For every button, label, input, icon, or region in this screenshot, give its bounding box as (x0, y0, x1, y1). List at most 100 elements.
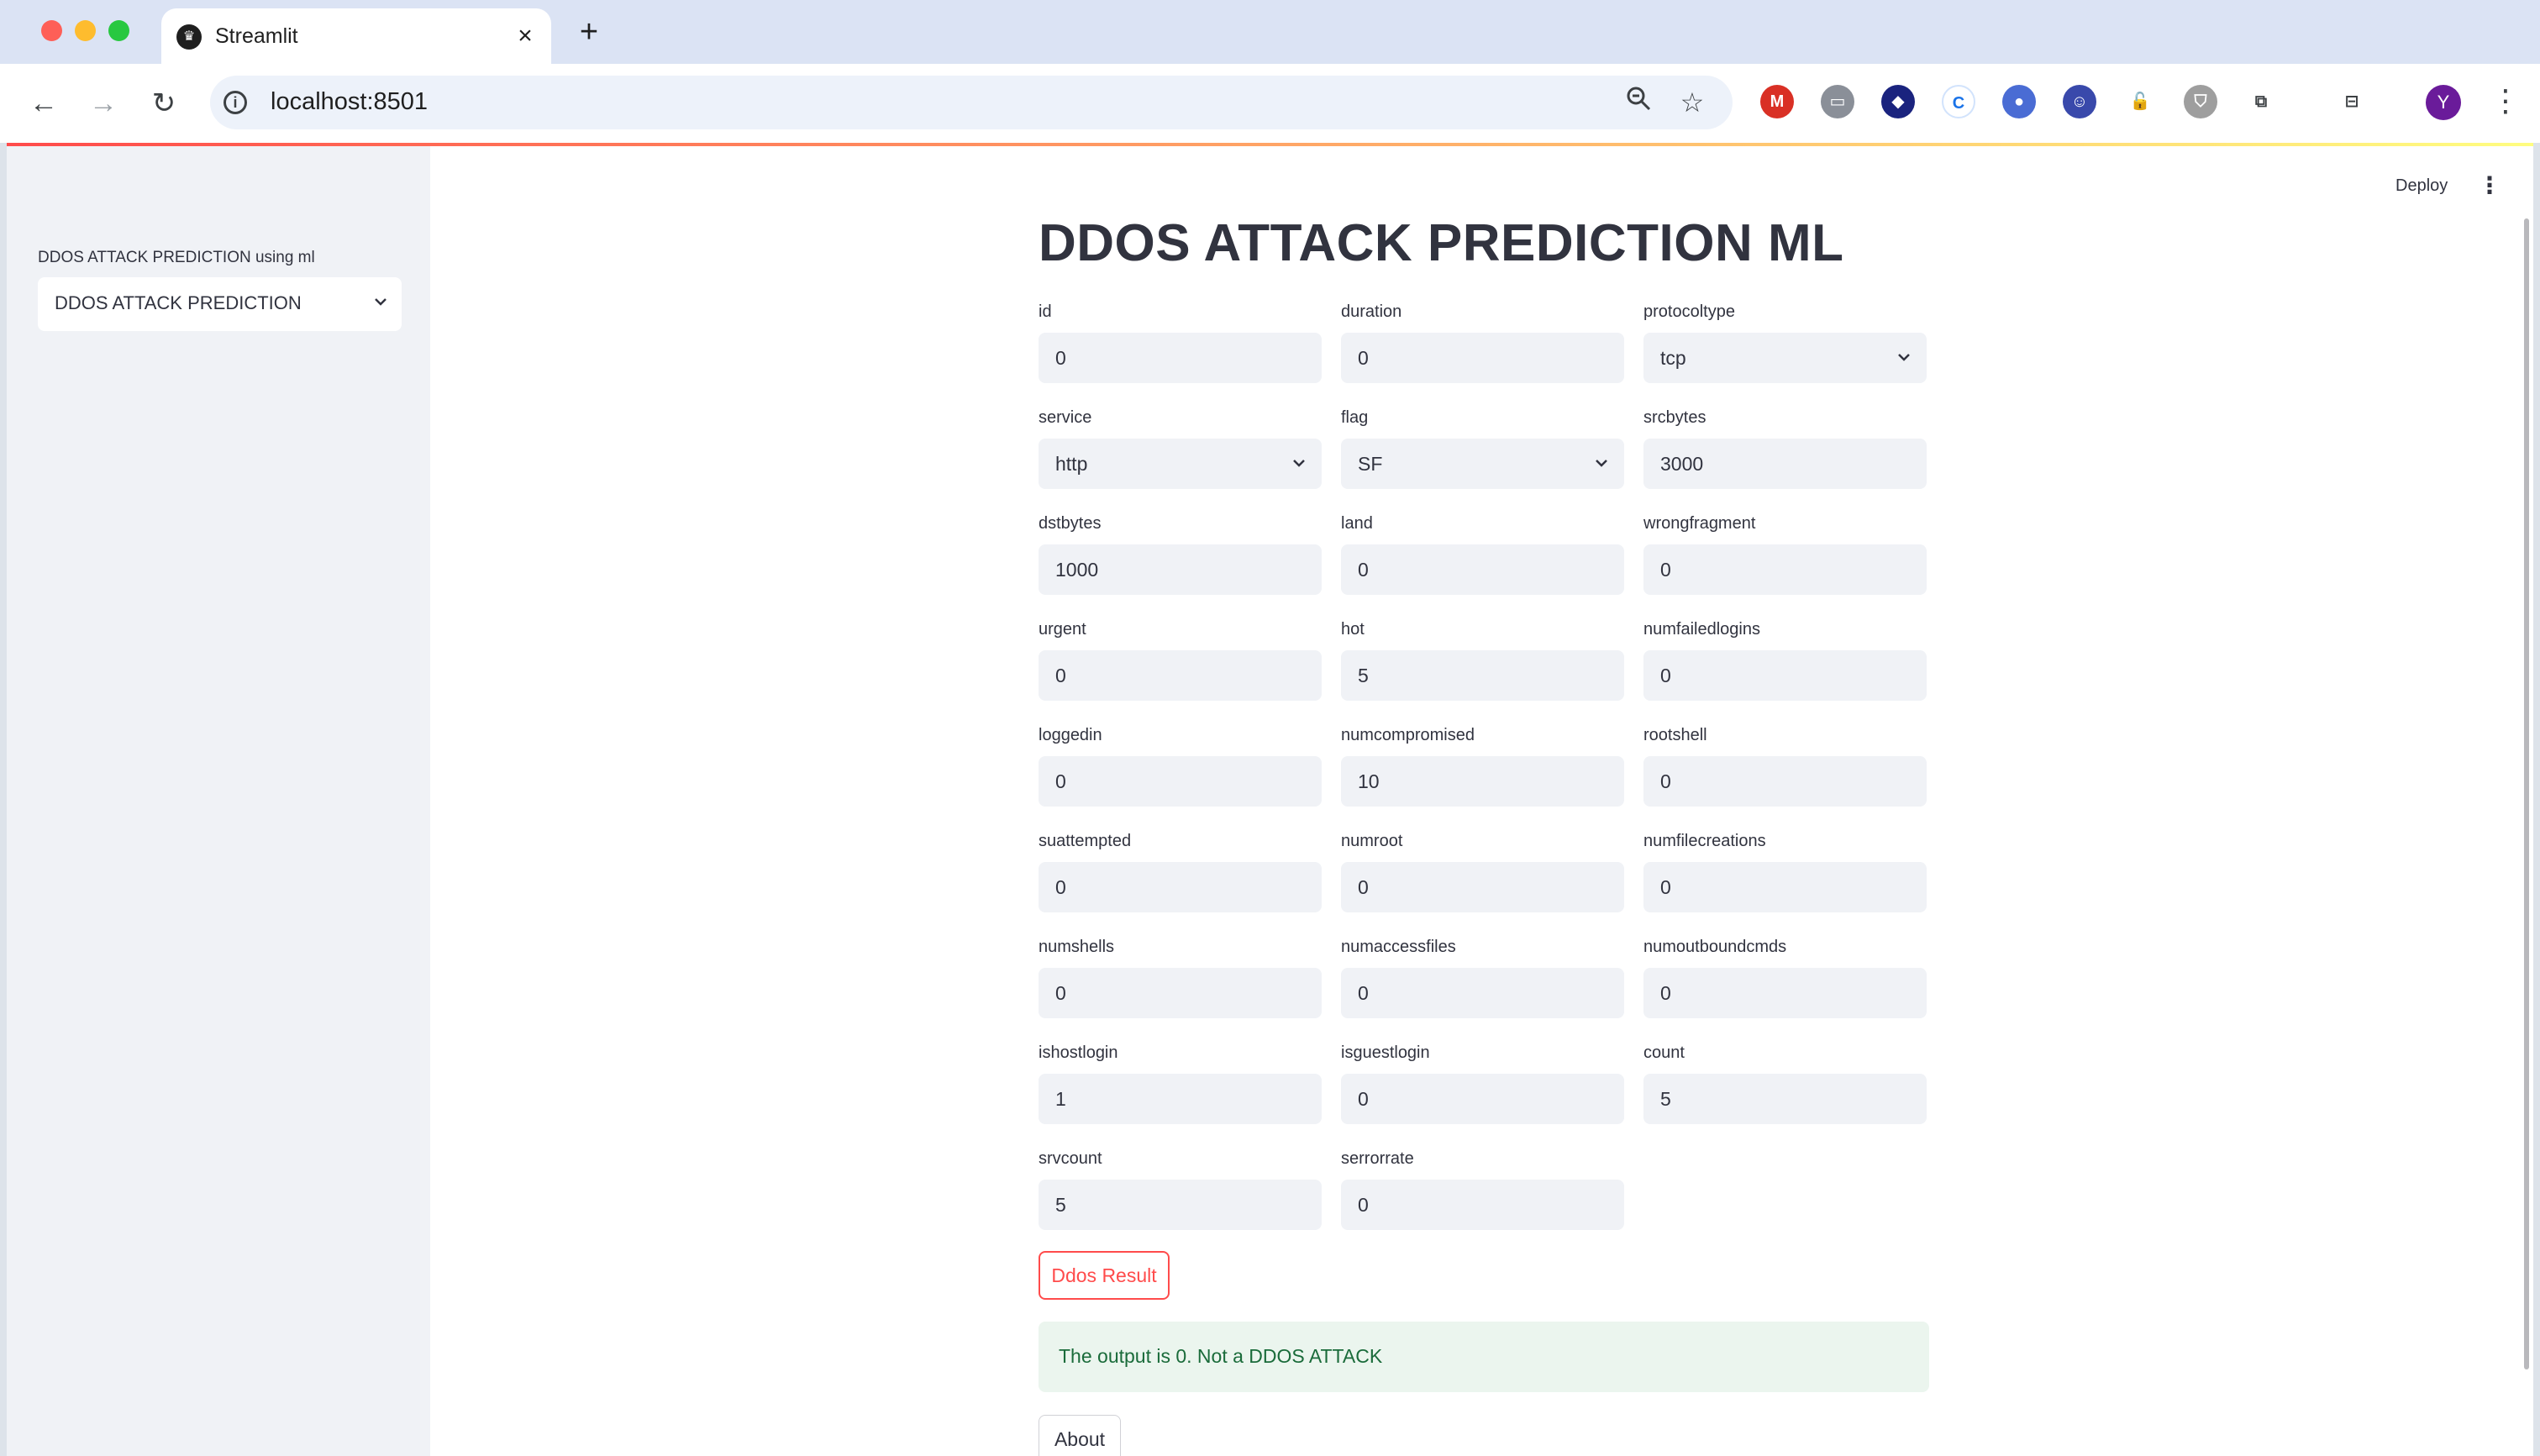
zoom-icon[interactable] (1620, 84, 1657, 121)
ishostlogin-input[interactable] (1039, 1074, 1322, 1124)
rootshell-input[interactable] (1643, 756, 1927, 807)
window-minimize-button[interactable] (75, 20, 96, 41)
loggedin-input[interactable] (1039, 756, 1322, 807)
numroot-input[interactable] (1341, 862, 1624, 912)
numaccessfiles-label: numaccessfiles (1341, 938, 1456, 956)
page-title: DDOS ATTACK PREDICTION ML (1039, 214, 1844, 272)
srcbytes-input[interactable] (1643, 439, 1927, 489)
serrorrate-label: serrorrate (1341, 1149, 1414, 1168)
extensions-puzzle-icon[interactable]: ⧉ (2244, 85, 2278, 118)
extension-cast-icon[interactable]: ▭ (1821, 85, 1854, 118)
chevron-down-icon (375, 298, 387, 306)
reload-icon[interactable]: ↻ (143, 82, 185, 124)
sidebar: DDOS ATTACK PREDICTION using ml DDOS ATT… (7, 146, 430, 1456)
serrorrate-input[interactable] (1341, 1180, 1624, 1230)
count-input[interactable] (1643, 1074, 1927, 1124)
success-alert: The output is 0. Not a DDOS ATTACK (1039, 1322, 1929, 1392)
flag-value: SF (1358, 453, 1383, 475)
numroot-label: numroot (1341, 832, 1403, 850)
id-input[interactable] (1039, 333, 1322, 383)
hot-input[interactable] (1341, 650, 1624, 701)
wrongfragment-input[interactable] (1643, 544, 1927, 595)
browser-tab-active[interactable]: ♛ Streamlit × (161, 8, 551, 64)
streamlit-crown-icon: ♛ (176, 24, 202, 50)
deploy-button[interactable]: Deploy (2395, 176, 2448, 196)
numfilecreations-input[interactable] (1643, 862, 1927, 912)
sidebar-select-label: DDOS ATTACK PREDICTION using ml (38, 249, 315, 266)
bookmark-star-icon[interactable]: ☆ (1674, 84, 1711, 121)
protocoltype-label: protocoltype (1643, 302, 1735, 321)
service-select[interactable]: http (1039, 439, 1322, 489)
back-icon[interactable]: ← (23, 82, 65, 124)
numshells-input[interactable] (1039, 968, 1322, 1018)
numfilecreations-label: numfilecreations (1643, 832, 1766, 850)
numoutboundcmds-input[interactable] (1643, 968, 1927, 1018)
id-label: id (1039, 302, 1052, 321)
loggedin-label: loggedin (1039, 726, 1102, 744)
suattempted-label: suattempted (1039, 832, 1132, 850)
land-label: land (1341, 514, 1373, 533)
dstbytes-input[interactable] (1039, 544, 1322, 595)
chevron-down-icon (1596, 460, 1607, 467)
sidebar-select-value: DDOS ATTACK PREDICTION (55, 292, 302, 313)
numoutboundcmds-label: numoutboundcmds (1643, 938, 1787, 956)
flag-select[interactable]: SF (1341, 439, 1624, 489)
url-text: localhost:8501 (271, 88, 429, 115)
numfailedlogins-input[interactable] (1643, 650, 1927, 701)
ddos-result-button[interactable]: Ddos Result (1039, 1251, 1170, 1300)
isguestlogin-input[interactable] (1341, 1074, 1624, 1124)
sidebar-page-select[interactable]: DDOS ATTACK PREDICTION (38, 277, 402, 331)
about-button[interactable]: About (1039, 1415, 1121, 1456)
urgent-input[interactable] (1039, 650, 1322, 701)
window-close-button[interactable] (41, 20, 62, 41)
urgent-label: urgent (1039, 620, 1086, 639)
numcompromised-label: numcompromised (1341, 726, 1475, 744)
chevron-down-icon (1898, 354, 1910, 361)
srcbytes-label: srcbytes (1643, 408, 1706, 427)
new-tab-icon[interactable]: + (570, 13, 608, 52)
window-maximize-button[interactable] (108, 20, 129, 41)
close-tab-icon[interactable]: × (511, 22, 539, 50)
flag-label: flag (1341, 408, 1369, 427)
ishostlogin-label: ishostlogin (1039, 1043, 1118, 1062)
extension-lock-icon[interactable]: 🔓 (2123, 85, 2157, 118)
numshells-label: numshells (1039, 938, 1115, 956)
extension-c-icon[interactable]: C (1942, 85, 1975, 118)
protocoltype-select[interactable]: tcp (1643, 333, 1927, 383)
forward-icon[interactable]: → (82, 82, 124, 124)
browser-tab-bar: ♛ Streamlit × + (0, 0, 2540, 64)
site-info-icon[interactable]: i (223, 91, 247, 114)
extension-layers-icon[interactable]: ◆ (1881, 85, 1915, 118)
duration-label: duration (1341, 302, 1402, 321)
extension-shield-icon[interactable]: ⛉ (2184, 85, 2217, 118)
hot-label: hot (1341, 620, 1365, 639)
extension-m-icon[interactable]: M (1760, 85, 1794, 118)
main-menu-icon[interactable]: ⋮ (2478, 171, 2501, 200)
tab-search-icon[interactable]: ⊟ (2335, 85, 2369, 118)
numaccessfiles-input[interactable] (1341, 968, 1624, 1018)
dstbytes-label: dstbytes (1039, 514, 1102, 533)
srvcount-input[interactable] (1039, 1180, 1322, 1230)
browser-menu-icon[interactable]: ⋮ (2489, 82, 2522, 123)
profile-avatar[interactable]: Y (2426, 85, 2461, 120)
browser-toolbar: ← → ↻ i localhost:8501 ☆ (0, 64, 2540, 143)
numcompromised-input[interactable] (1341, 756, 1624, 807)
extension-bot-icon[interactable]: ☺ (2063, 85, 2096, 118)
chevron-down-icon (1293, 460, 1305, 467)
suattempted-input[interactable] (1039, 862, 1322, 912)
result-message: The output is 0. Not a DDOS ATTACK (1059, 1345, 1383, 1367)
wrongfragment-label: wrongfragment (1643, 514, 1756, 533)
count-label: count (1643, 1043, 1685, 1062)
protocoltype-value: tcp (1660, 347, 1686, 369)
streamlit-app: DDOS ATTACK PREDICTION using ml DDOS ATT… (7, 143, 2533, 1456)
tab-title: Streamlit (215, 24, 298, 48)
land-input[interactable] (1341, 544, 1624, 595)
rootshell-label: rootshell (1643, 726, 1707, 744)
extension-orb-icon[interactable]: ● (2002, 85, 2036, 118)
main-scrollbar[interactable] (2524, 218, 2529, 1369)
service-label: service (1039, 408, 1092, 427)
duration-input[interactable] (1341, 333, 1624, 383)
srvcount-label: srvcount (1039, 1149, 1102, 1168)
isguestlogin-label: isguestlogin (1341, 1043, 1430, 1062)
address-bar[interactable]: i localhost:8501 ☆ (210, 76, 1733, 129)
